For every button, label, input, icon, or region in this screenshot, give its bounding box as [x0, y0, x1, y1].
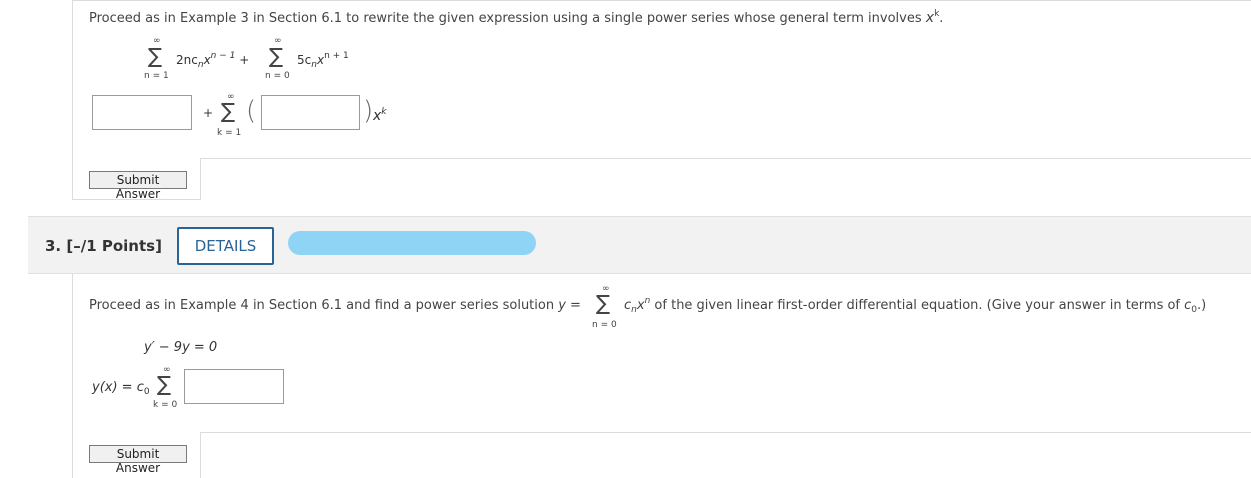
ode-equation: y′ − 9y = 0 — [144, 340, 218, 355]
q3-submit-button[interactable]: Submit Answer — [89, 445, 187, 475]
solution-lhs: y(x) = c0 — [92, 380, 150, 397]
solution-sum-lower: k = 0 — [153, 400, 178, 410]
answer-sigma: ∑ — [221, 99, 236, 123]
sigma-2: ∑ — [269, 44, 284, 68]
q3-submit-top-border — [200, 432, 1251, 433]
q2-top-border — [72, 0, 1251, 1]
term2: 5cnxn + 1 — [297, 51, 349, 70]
q3-left-border — [72, 274, 73, 478]
q2-submit-top-border — [200, 158, 1251, 159]
answer-x: xk — [373, 107, 387, 124]
q3-prompt-b: cnxn of the given linear first-order dif… — [624, 296, 1207, 315]
solution-sigma: ∑ — [157, 372, 172, 396]
answer-open-paren: ( — [246, 96, 257, 126]
details-button[interactable]: DETAILS — [177, 227, 274, 265]
answer-plus: + — [203, 106, 214, 120]
q3-answer-input[interactable] — [184, 369, 284, 404]
q2-submit-button[interactable]: Submit Answer — [89, 171, 187, 201]
q3-header: 3. [–/1 Points] DETAILS — [28, 216, 1251, 274]
q2-submit-right-border — [200, 158, 201, 200]
q3-prompt-a: Proceed as in Example 4 in Section 6.1 a… — [89, 298, 581, 313]
q2-answer-input-1[interactable] — [92, 95, 192, 130]
q2-answer-input-2[interactable] — [261, 95, 360, 130]
answer-close-paren: ) — [363, 96, 374, 126]
term1: 2ncnxn − 1 + — [176, 51, 250, 70]
answer-sum-lower: k = 1 — [217, 128, 242, 138]
q3-sigma: ∑ — [596, 291, 611, 315]
redaction-mark — [288, 231, 536, 255]
sum1-lower: n = 1 — [144, 71, 169, 81]
q3-submit-right-border — [200, 432, 201, 478]
q3-sum-lower: n = 0 — [592, 320, 617, 330]
sigma-1: ∑ — [148, 44, 163, 68]
q3-title: 3. [–/1 Points] — [45, 237, 162, 255]
q2-prompt: Proceed as in Example 3 in Section 6.1 t… — [89, 9, 944, 26]
sum2-lower: n = 0 — [265, 71, 290, 81]
q2-left-border — [72, 0, 73, 200]
